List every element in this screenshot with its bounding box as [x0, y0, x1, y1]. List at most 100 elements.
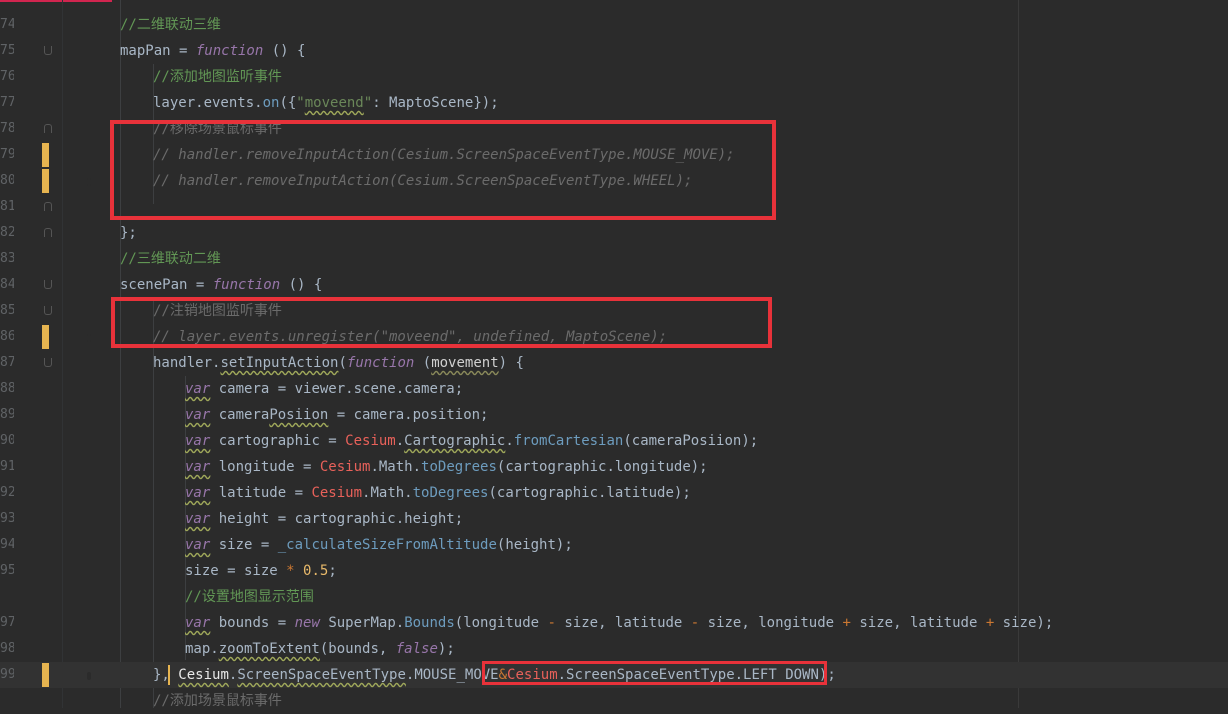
line-number: 82 [0, 225, 14, 240]
code-line[interactable]: 93 var height = cartographic.height; [0, 506, 1228, 532]
keyword: false [395, 641, 438, 657]
class-name: Bounds [404, 615, 455, 631]
code-text: ; [328, 563, 337, 579]
line-number: 87 [0, 355, 14, 370]
line-number: 90 [0, 433, 14, 448]
code-text: }; [120, 225, 137, 241]
code-text: () { [263, 43, 306, 59]
line-number: 78 [0, 121, 14, 136]
code-text: size = [210, 537, 278, 553]
fold-icon[interactable] [44, 46, 52, 55]
code-text: scenePan = [120, 277, 213, 293]
highlight-box [110, 120, 776, 220]
code-line[interactable]: 84 scenePan = function () { [0, 272, 1228, 298]
code-line[interactable]: 95 size = size * 0.5; [0, 558, 1228, 584]
code-text: SuperMap. [319, 615, 405, 631]
code-line[interactable]: 88 var camera = viewer.scene.camera; [0, 376, 1228, 402]
line-number: 86 [0, 329, 14, 344]
method-name: fromCartesian [513, 433, 624, 449]
keyword: function [195, 43, 264, 59]
code-text: latitude = [210, 485, 312, 501]
code-line[interactable]: 90 var cartographic = Cesium.Cartographi… [0, 428, 1228, 454]
keyword: function [346, 355, 415, 371]
code-line[interactable]: 74 //二维联动三维 [0, 12, 1228, 38]
code-text: (longitude [454, 615, 548, 631]
keyword: var [185, 537, 211, 553]
keyword: var [185, 407, 211, 423]
code-line[interactable]: 98 map.zoomToExtent(bounds, false); [0, 636, 1228, 662]
code-line[interactable]: //添加场景鼠标事件 [0, 688, 1228, 714]
fold-icon[interactable] [44, 358, 52, 367]
change-marker [42, 169, 91, 193]
code-line[interactable]: //设置地图显示范围 [0, 584, 1228, 610]
code-text: camera [210, 407, 270, 423]
line-number: 84 [0, 277, 14, 292]
code-line[interactable]: 75 mapPan = function () { [0, 38, 1228, 64]
code-line[interactable]: 82 }; [0, 220, 1228, 246]
operator: + [985, 615, 995, 631]
code-text: : MaptoScene}); [372, 95, 499, 111]
class-name: Cartographic [404, 433, 506, 449]
line-number: 91 [0, 459, 14, 474]
code-line[interactable]: 87 handler.setInputAction(function (move… [0, 350, 1228, 376]
code-text: . [505, 433, 514, 449]
code-text: . [395, 433, 405, 449]
operator: * [286, 563, 295, 579]
fold-icon[interactable] [44, 228, 52, 237]
code-line[interactable]: 94 var size = _calculateSizeFromAltitude… [0, 532, 1228, 558]
code-text: map. [185, 641, 219, 657]
code-text: Posiion [269, 407, 329, 423]
line-number: 75 [0, 43, 14, 58]
function-name: _calculateSizeFromAltitude [277, 537, 497, 553]
parameter: movement [431, 355, 499, 371]
bulb-icon[interactable] [87, 178, 91, 186]
code-text: (cameraPosiion); [623, 433, 759, 449]
code-text: cartographic = [210, 433, 346, 449]
fold-icon[interactable] [44, 124, 52, 133]
code-line[interactable]: 97 var bounds = new SuperMap.Bounds(long… [0, 610, 1228, 636]
line-number: 98 [0, 641, 14, 656]
line-number: 83 [0, 251, 14, 266]
code-text: () { [280, 277, 323, 293]
change-marker [42, 143, 49, 167]
keyword: var [185, 485, 211, 501]
global-name: Cesium [311, 485, 363, 501]
keyword: var [185, 381, 211, 397]
code-text: bounds = [210, 615, 295, 631]
code-text: .Math. [370, 459, 422, 475]
code-line[interactable]: 89 var cameraPosiion = camera.position; [0, 402, 1228, 428]
bulb-icon[interactable] [87, 672, 91, 680]
code-text: ( [338, 355, 347, 371]
line-number: 79 [0, 147, 14, 162]
change-marker [42, 663, 91, 687]
code-line[interactable]: 92 var latitude = Cesium.Math.toDegrees(… [0, 480, 1228, 506]
code-text: ); [437, 641, 455, 657]
class-name: ScreenSpaceEventType [237, 667, 406, 683]
keyword: var [185, 459, 211, 475]
code-text: .Math. [362, 485, 413, 501]
code-text: ) { [498, 355, 524, 371]
line-number: 77 [0, 95, 14, 110]
fold-icon[interactable] [44, 280, 52, 289]
code-line[interactable]: 83 //三维联动二维 [0, 246, 1228, 272]
active-tab-indicator [0, 0, 112, 2]
comment: //添加地图监听事件 [153, 69, 282, 85]
global-name: Cesium [345, 433, 396, 449]
code-text: size, longitude [699, 615, 843, 631]
code-line[interactable]: 76 //添加地图监听事件 [0, 64, 1228, 90]
comment: //设置地图显示范围 [185, 589, 314, 605]
keyword: var [185, 433, 211, 449]
comment: //添加场景鼠标事件 [153, 693, 282, 709]
code-text: (height); [496, 537, 573, 553]
code-line[interactable]: 91 var longitude = Cesium.Math.toDegrees… [0, 454, 1228, 480]
code-text: size, latitude [555, 615, 691, 631]
bulb-icon[interactable] [87, 334, 91, 342]
code-text: (cartographic.latitude); [488, 485, 691, 501]
fold-icon[interactable] [44, 202, 52, 211]
string-quote: " [296, 95, 305, 111]
fold-icon[interactable] [44, 306, 52, 315]
line-number: 88 [0, 381, 14, 396]
method-name: on [262, 95, 280, 111]
change-marker [42, 325, 91, 349]
code-line[interactable]: 77 layer.events.on({"moveend": MaptoScen… [0, 90, 1228, 116]
